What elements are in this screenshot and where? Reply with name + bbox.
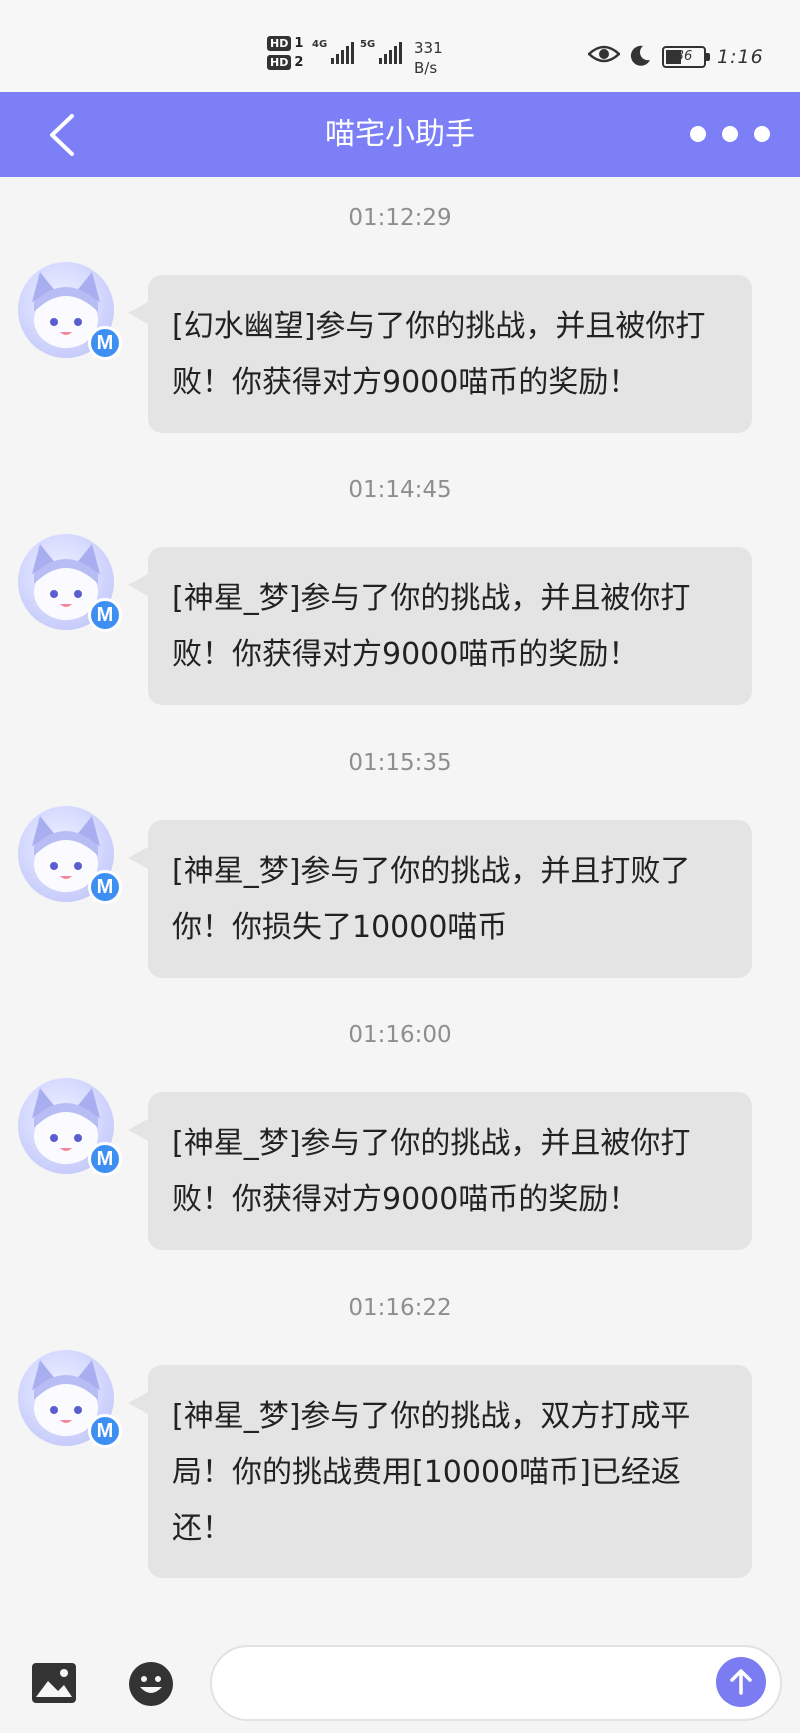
image-button[interactable] xyxy=(30,1661,78,1705)
message-bubble[interactable]: [幻水幽望]参与了你的挑战，并且被你打败！你获得对方9000喵币的奖励！ xyxy=(128,275,752,433)
verified-badge-icon: M xyxy=(88,326,122,360)
signal-5g-icon: 5G xyxy=(360,39,403,64)
hd1-number: 1 xyxy=(294,36,304,51)
verified-badge-icon: M xyxy=(88,1414,122,1448)
emoji-icon xyxy=(129,1662,173,1706)
hd-indicators: HD 1 HD 2 xyxy=(267,36,303,70)
send-arrow-icon xyxy=(730,1669,752,1695)
battery-icon: 36 xyxy=(662,46,710,68)
status-bar: HD 1 HD 2 4G 5G 331 B/s 36 1:16 xyxy=(0,0,800,92)
network-speed: 331 B/s xyxy=(414,38,443,78)
message-bubble[interactable]: [神星_梦]参与了你的挑战，并且打败了你！你损失了10000喵币 xyxy=(128,820,752,978)
image-icon xyxy=(32,1663,76,1703)
avatar[interactable]: M xyxy=(18,534,122,632)
moon-icon xyxy=(630,45,650,66)
message-input[interactable] xyxy=(210,1645,782,1721)
net2-label: 5G xyxy=(360,39,376,50)
avatar[interactable]: M xyxy=(18,1350,122,1448)
composer-bar xyxy=(0,1633,800,1733)
message-bubble[interactable]: [神星_梦]参与了你的挑战，双方打成平局！你的挑战费用[10000喵币]已经返还… xyxy=(128,1365,752,1578)
network-speed-value: 331 xyxy=(414,39,443,57)
message-bubble[interactable]: [神星_梦]参与了你的挑战，并且被你打败！你获得对方9000喵币的奖励！ xyxy=(128,1092,752,1250)
message-timestamp: 01:12:29 xyxy=(348,205,452,231)
net1-label: 4G xyxy=(312,39,328,50)
battery-level: 36 xyxy=(675,49,693,64)
hd1-label: HD xyxy=(267,36,292,51)
eye-icon xyxy=(588,45,620,63)
send-button[interactable] xyxy=(716,1657,766,1707)
verified-badge-icon: M xyxy=(88,598,122,632)
more-dots-icon xyxy=(690,126,706,142)
avatar[interactable]: M xyxy=(18,262,122,360)
hd2-label: HD xyxy=(267,55,292,70)
back-button[interactable] xyxy=(40,110,90,160)
more-button[interactable] xyxy=(690,114,770,154)
message-timestamp: 01:14:45 xyxy=(348,477,452,503)
hd2-indicator: HD 2 xyxy=(267,55,303,70)
avatar[interactable]: M xyxy=(18,806,122,904)
message-timestamp: 01:16:22 xyxy=(348,1295,452,1321)
message-timestamp: 01:16:00 xyxy=(348,1022,452,1048)
chat-header: 喵宅小助手 xyxy=(0,92,800,177)
emoji-button[interactable] xyxy=(128,1661,174,1707)
signal-4g-icon: 4G xyxy=(312,39,355,64)
message-timestamp: 01:15:35 xyxy=(348,750,452,776)
verified-badge-icon: M xyxy=(88,1142,122,1176)
verified-badge-icon: M xyxy=(88,870,122,904)
hd1-indicator: HD 1 xyxy=(267,36,303,51)
hd2-number: 2 xyxy=(294,55,304,70)
avatar[interactable]: M xyxy=(18,1078,122,1176)
network-speed-unit: B/s xyxy=(414,59,438,77)
back-arrow-icon xyxy=(50,114,74,156)
message-bubble[interactable]: [神星_梦]参与了你的挑战，并且被你打败！你获得对方9000喵币的奖励！ xyxy=(128,547,752,705)
chat-title: 喵宅小助手 xyxy=(325,117,475,152)
clock: 1:16 xyxy=(717,46,764,68)
